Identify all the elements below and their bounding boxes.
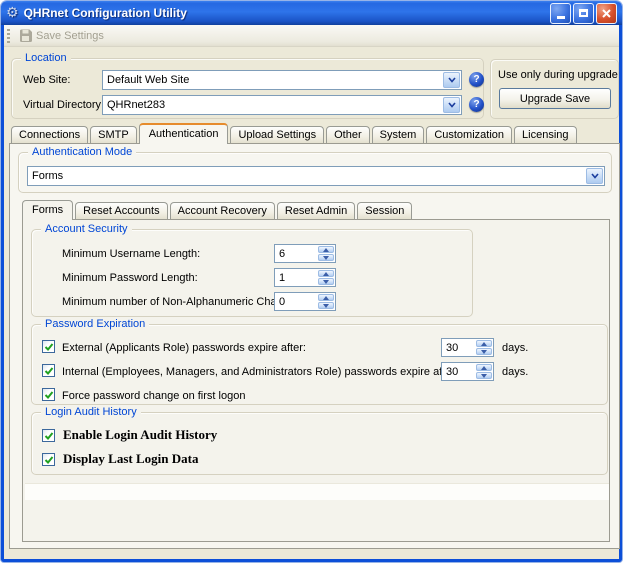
spinner-up-icon[interactable] xyxy=(318,270,334,277)
spinner-up-icon[interactable] xyxy=(318,294,334,301)
checkmark-icon xyxy=(44,431,54,441)
force-password-change-label[interactable]: Force password change on first logon xyxy=(62,390,245,402)
stepper-value: 6 xyxy=(275,245,317,262)
maximize-icon xyxy=(579,9,588,17)
tab-upload-settings[interactable]: Upload Settings xyxy=(230,126,324,144)
save-icon xyxy=(19,29,32,42)
authentication-mode-group: Authentication Mode Forms xyxy=(18,152,612,193)
location-group-label: Location xyxy=(21,52,71,64)
internal-expire-checkbox[interactable] xyxy=(42,364,55,377)
help-icon[interactable]: ? xyxy=(469,97,484,112)
tab-licensing[interactable]: Licensing xyxy=(514,126,576,144)
tab-system[interactable]: System xyxy=(372,126,425,144)
external-expire-stepper[interactable]: 30 xyxy=(441,338,494,357)
spinner-up-icon[interactable] xyxy=(476,364,492,371)
app-window: ⚙ QHRnet Configuration Utility Save Sett… xyxy=(1,1,622,562)
web-site-label: Web Site: xyxy=(23,74,71,86)
checkmark-icon xyxy=(44,390,54,400)
enable-login-audit-label[interactable]: Enable Login Audit History xyxy=(63,427,217,443)
external-expire-suffix: days. xyxy=(502,342,528,354)
subtab-session[interactable]: Session xyxy=(357,202,412,220)
display-last-login-label[interactable]: Display Last Login Data xyxy=(63,451,198,467)
authentication-mode-label: Authentication Mode xyxy=(28,146,136,158)
spinner-down-icon[interactable] xyxy=(476,348,492,355)
chevron-down-icon[interactable] xyxy=(443,97,460,113)
spinner-up-icon[interactable] xyxy=(476,340,492,347)
spinner-up-icon[interactable] xyxy=(318,246,334,253)
password-expiration-label: Password Expiration xyxy=(41,318,149,330)
stepper-value: 0 xyxy=(275,293,317,310)
stepper-value: 30 xyxy=(442,363,475,380)
min-username-length-stepper[interactable]: 6 xyxy=(274,244,336,263)
tab-other[interactable]: Other xyxy=(326,126,370,144)
internal-expire-stepper[interactable]: 30 xyxy=(441,362,494,381)
minimize-button[interactable] xyxy=(550,3,571,24)
upgrade-note: Use only during upgrade xyxy=(498,69,618,81)
tab-smtp[interactable]: SMTP xyxy=(90,126,137,144)
subtab-account-recovery[interactable]: Account Recovery xyxy=(170,202,275,220)
toolbar-grip[interactable] xyxy=(7,29,10,43)
login-audit-history-label: Login Audit History xyxy=(41,406,141,418)
close-button[interactable] xyxy=(596,3,617,24)
account-security-group: Account Security Minimum Username Length… xyxy=(31,229,473,317)
spinner-down-icon[interactable] xyxy=(318,278,334,285)
minimize-icon xyxy=(557,16,565,19)
account-security-label: Account Security xyxy=(41,223,132,235)
save-settings-label: Save Settings xyxy=(36,30,104,42)
password-expiration-group: Password Expiration External (Applicants… xyxy=(31,324,608,405)
chevron-down-icon[interactable] xyxy=(443,72,460,88)
authentication-tab-page: Authentication Mode Forms Forms Reset Ac… xyxy=(9,143,620,549)
min-non-alphanumeric-stepper[interactable]: 0 xyxy=(274,292,336,311)
login-audit-history-group: Login Audit History Enable Login Audit H… xyxy=(31,412,608,475)
close-icon xyxy=(601,8,612,19)
main-tabstrip: Connections SMTP Authentication Upload S… xyxy=(11,123,577,144)
virtual-directory-value: QHRnet283 xyxy=(103,99,442,111)
maximize-button[interactable] xyxy=(573,3,594,24)
authentication-mode-select[interactable]: Forms xyxy=(27,166,605,186)
virtual-directory-select[interactable]: QHRnet283 xyxy=(102,95,462,115)
chevron-down-icon[interactable] xyxy=(586,168,603,184)
virtual-directory-label: Virtual Directory: xyxy=(23,99,104,111)
spinner-down-icon[interactable] xyxy=(476,372,492,379)
tab-authentication[interactable]: Authentication xyxy=(139,123,229,144)
window-title: QHRnet Configuration Utility xyxy=(24,6,548,20)
checkmark-icon xyxy=(44,455,54,465)
display-last-login-checkbox[interactable] xyxy=(42,453,55,466)
subtab-forms[interactable]: Forms xyxy=(22,200,73,220)
tab-customization[interactable]: Customization xyxy=(426,126,512,144)
spinner-down-icon[interactable] xyxy=(318,302,334,309)
force-password-change-checkbox[interactable] xyxy=(42,388,55,401)
tab-connections[interactable]: Connections xyxy=(11,126,88,144)
save-settings-button[interactable]: Save Settings xyxy=(15,27,108,44)
web-site-select[interactable]: Default Web Site xyxy=(102,70,462,90)
web-site-value: Default Web Site xyxy=(103,74,442,86)
forms-tabstrip: Forms Reset Accounts Account Recovery Re… xyxy=(22,200,412,220)
upgrade-save-button[interactable]: Upgrade Save xyxy=(499,88,611,109)
external-expire-label[interactable]: External (Applicants Role) passwords exp… xyxy=(62,342,306,354)
upgrade-group: Use only during upgrade Upgrade Save xyxy=(490,59,619,119)
internal-expire-label[interactable]: Internal (Employees, Managers, and Admin… xyxy=(62,366,458,378)
subtab-reset-accounts[interactable]: Reset Accounts xyxy=(75,202,167,220)
stepper-value: 1 xyxy=(275,269,317,286)
checkmark-icon xyxy=(44,366,54,376)
titlebar[interactable]: ⚙ QHRnet Configuration Utility xyxy=(1,1,622,25)
gear-icon: ⚙ xyxy=(6,6,19,20)
location-group: Location Web Site: Default Web Site ? Vi… xyxy=(11,58,484,119)
external-expire-checkbox[interactable] xyxy=(42,340,55,353)
authentication-mode-value: Forms xyxy=(28,170,585,182)
spinner-down-icon[interactable] xyxy=(318,254,334,261)
toolbar: Save Settings xyxy=(4,25,619,47)
min-password-length-label: Minimum Password Length: xyxy=(62,272,198,284)
internal-expire-suffix: days. xyxy=(502,366,528,378)
empty-panel xyxy=(25,483,609,500)
checkmark-icon xyxy=(44,342,54,352)
min-password-length-stepper[interactable]: 1 xyxy=(274,268,336,287)
help-icon[interactable]: ? xyxy=(469,72,484,87)
stepper-value: 30 xyxy=(442,339,475,356)
enable-login-audit-checkbox[interactable] xyxy=(42,429,55,442)
min-username-length-label: Minimum Username Length: xyxy=(62,248,200,260)
forms-tab-page: Account Security Minimum Username Length… xyxy=(22,219,610,542)
window-frame: Save Settings Location Web Site: Default… xyxy=(1,25,622,562)
subtab-reset-admin[interactable]: Reset Admin xyxy=(277,202,355,220)
